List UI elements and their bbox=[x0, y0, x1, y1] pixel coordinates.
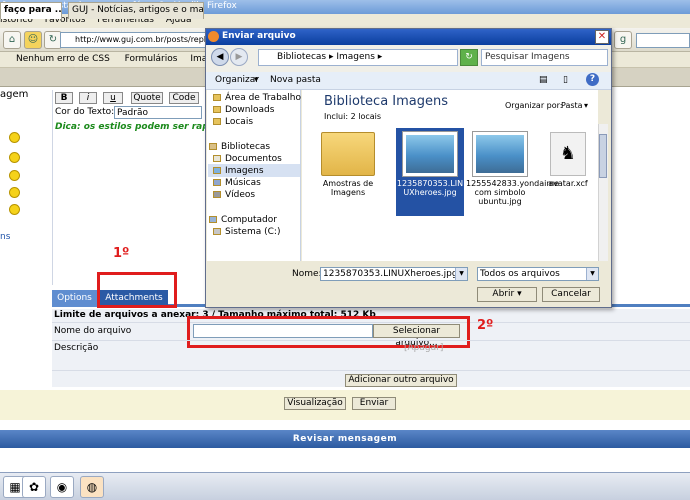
underline-button[interactable]: u bbox=[103, 92, 123, 104]
add-file-button[interactable]: Adicionar outro arquivo bbox=[345, 374, 457, 387]
home-icon[interactable]: ⌂ bbox=[3, 31, 21, 49]
review-heading: Revisar mensagem bbox=[0, 430, 690, 448]
help-icon[interactable]: ? bbox=[586, 73, 599, 86]
forward-icon[interactable]: ▶ bbox=[230, 48, 248, 66]
app-icon[interactable]: ✿ bbox=[22, 476, 46, 498]
desktop-icon bbox=[213, 94, 221, 101]
library-title: Biblioteca Imagens bbox=[324, 94, 449, 109]
organize-menu[interactable]: Organizar bbox=[215, 75, 259, 85]
preview-pane-icon[interactable]: ▯ bbox=[563, 75, 568, 85]
smiley-icon[interactable] bbox=[9, 204, 20, 215]
chevron-down-icon: ▾ bbox=[517, 289, 522, 299]
filename-input[interactable]: 1235870353.LINUXheroes.jpg ▼ bbox=[320, 267, 468, 281]
tab-current[interactable]: faço para ... bbox=[0, 2, 62, 19]
smiley-icon[interactable]: ☺ bbox=[24, 31, 42, 49]
color-select[interactable]: Padrão bbox=[114, 106, 202, 119]
file-list: Biblioteca Imagens Inclui: 2 locais Orga… bbox=[302, 90, 598, 288]
open-button[interactable]: Abrir ▾ bbox=[477, 287, 537, 302]
smiley-icon[interactable] bbox=[9, 132, 20, 143]
downloads-icon bbox=[213, 106, 221, 113]
nav-pane: Área de Trabalho Downloads Locais Biblio… bbox=[207, 90, 301, 288]
filetype-select[interactable]: Todos os arquivos ▼ bbox=[477, 267, 599, 281]
scrollbar-thumb[interactable] bbox=[599, 134, 607, 178]
images-icon bbox=[213, 167, 221, 174]
bookmark-css[interactable]: Nenhum erro de CSS bbox=[16, 54, 110, 64]
smiley-icon[interactable] bbox=[9, 187, 20, 198]
new-folder-button[interactable]: Nova pasta bbox=[270, 75, 321, 85]
music-icon bbox=[213, 179, 221, 186]
left-link[interactable]: ns bbox=[0, 232, 10, 242]
chevron-down-icon[interactable]: ▼ bbox=[455, 268, 467, 280]
arrange-label: Organizar por: bbox=[505, 101, 563, 110]
left-heading: agem bbox=[0, 89, 29, 100]
nav-libraries[interactable]: Bibliotecas bbox=[209, 141, 270, 153]
bookmark-forms[interactable]: Formulários bbox=[125, 54, 178, 64]
chevron-down-icon[interactable]: ▼ bbox=[586, 268, 598, 280]
preview-button[interactable]: Visualização bbox=[284, 397, 346, 410]
documents-icon bbox=[213, 155, 221, 162]
code-button[interactable]: Code bbox=[169, 92, 199, 104]
libraries-icon bbox=[209, 143, 217, 150]
filename-label: Nome: bbox=[292, 269, 322, 279]
send-button[interactable]: Enviar bbox=[352, 397, 396, 410]
italic-button[interactable]: i bbox=[79, 92, 97, 104]
file-item[interactable]: ♞ avatar.xcf bbox=[534, 128, 602, 216]
chevron-down-icon[interactable]: ▾ bbox=[584, 101, 588, 110]
close-icon[interactable]: ✕ bbox=[595, 30, 609, 44]
nav-videos[interactable]: Vídeos bbox=[213, 189, 255, 201]
nav-computer[interactable]: Computador bbox=[209, 214, 277, 226]
tab-guj[interactable]: GUJ - Notícias, artigos e o maior fórum bbox=[68, 2, 204, 19]
quote-button[interactable]: Quote bbox=[131, 92, 163, 104]
smiley-icon[interactable] bbox=[9, 152, 20, 163]
address-bar[interactable]: http://www.guj.com.br/posts/reply/0/2237 bbox=[60, 32, 210, 48]
view-icon[interactable]: ▤ bbox=[539, 75, 548, 85]
refresh-icon[interactable]: ↻ bbox=[460, 49, 478, 66]
dialog-toolbar bbox=[206, 72, 611, 90]
library-subtitle: Inclui: 2 locais bbox=[324, 112, 382, 121]
nav-images[interactable]: Imagens bbox=[213, 165, 264, 177]
drive-icon bbox=[213, 228, 221, 235]
image-icon bbox=[473, 132, 527, 176]
places-icon bbox=[213, 118, 221, 125]
annotation-label-2: 2º bbox=[477, 318, 494, 333]
file-name-label: Nome do arquivo bbox=[54, 326, 132, 336]
bold-button[interactable]: B bbox=[55, 92, 73, 104]
folder-icon bbox=[321, 132, 375, 176]
nav-downloads[interactable]: Downloads bbox=[213, 104, 274, 116]
back-icon[interactable]: ◀ bbox=[211, 48, 229, 66]
breadcrumb[interactable]: Bibliotecas ▸ Imagens ▸ bbox=[258, 49, 458, 66]
file-item-selected[interactable]: 1235870353.LINUXheroes.jpg bbox=[396, 128, 464, 216]
color-label: Cor do Texto: bbox=[55, 107, 115, 117]
file-dialog: Enviar arquivo ✕ ◀ ▶ Bibliotecas ▸ Image… bbox=[205, 28, 612, 308]
firefox-icon[interactable]: ◍ bbox=[80, 476, 104, 498]
videos-icon bbox=[213, 191, 221, 198]
description-label: Descrição bbox=[54, 343, 99, 353]
dialog-search-input[interactable]: Pesquisar Imagens bbox=[481, 49, 608, 66]
cancel-button[interactable]: Cancelar bbox=[542, 287, 600, 302]
computer-icon bbox=[209, 216, 217, 223]
annotation-box-1 bbox=[97, 272, 177, 308]
tab-options[interactable]: Options bbox=[52, 290, 97, 307]
dialog-title: Enviar arquivo bbox=[206, 29, 611, 45]
nav-system-drive[interactable]: Sistema (C:) bbox=[213, 226, 280, 238]
chevron-down-icon[interactable]: ▾ bbox=[254, 75, 259, 85]
gimp-icon: ♞ bbox=[550, 132, 586, 176]
file-item[interactable]: 1255542833.yondaime com simbolo ubuntu.j… bbox=[466, 128, 559, 216]
app-icon[interactable]: ◉ bbox=[50, 476, 74, 498]
nav-music[interactable]: Músicas bbox=[213, 177, 261, 189]
nav-places[interactable]: Locais bbox=[213, 116, 253, 128]
arrange-value[interactable]: Pasta bbox=[561, 101, 583, 110]
browser-search-input[interactable] bbox=[636, 33, 690, 48]
image-icon bbox=[403, 132, 457, 176]
delete-link[interactable]: [Apagar] bbox=[404, 343, 443, 353]
firefox-icon bbox=[208, 31, 219, 42]
search-engine-icon[interactable]: g bbox=[614, 31, 632, 49]
annotation-label-1: 1º bbox=[113, 246, 130, 261]
smiley-icon[interactable] bbox=[9, 170, 20, 181]
file-item[interactable]: Amostras de Imagens bbox=[314, 128, 382, 216]
nav-desktop[interactable]: Área de Trabalho bbox=[213, 92, 301, 104]
